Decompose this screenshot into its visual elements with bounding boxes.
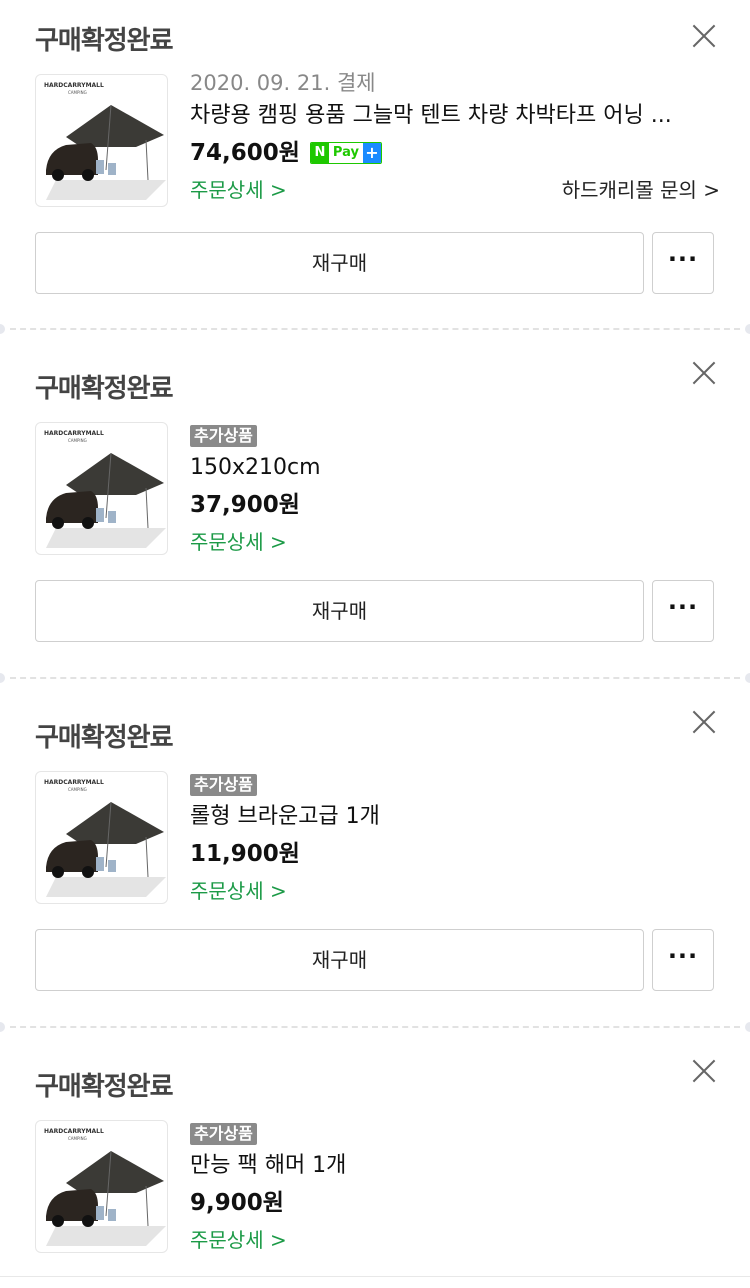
rebuy-button[interactable]: 재구매 (35, 929, 644, 991)
product-name[interactable]: 롤형 브라운고급 1개 (190, 799, 720, 835)
product-info: 추가상품 롤형 브라운고급 1개 11,900원 주문상세 > (190, 769, 720, 909)
seller-inquiry-link[interactable]: 하드캐리몰 문의 > (562, 172, 720, 208)
npay-n-icon: N (310, 143, 329, 163)
tag-row: 추가상품 (190, 420, 720, 450)
link-row: 주문상세 > (190, 524, 720, 560)
payment-date: 2020. 09. 21. 결제 (190, 71, 376, 95)
card-divider (0, 324, 750, 334)
tent-car-image: HARDCARRYMALL CAMPING (44, 1128, 166, 1246)
addon-product-tag: 추가상품 (190, 1122, 257, 1145)
order-detail-link[interactable]: 주문상세 > (190, 879, 287, 903)
link-row: 주문상세 > 하드캐리몰 문의 > (190, 172, 720, 208)
link-row: 주문상세 > (190, 873, 720, 909)
tag-row: 추가상품 (190, 769, 720, 799)
price-row: 11,900원 (190, 835, 720, 873)
product-info: 추가상품 만능 팩 해머 1개 9,900원 주문상세 > (190, 1118, 720, 1258)
product-price: 11,900원 (190, 841, 300, 867)
addon-product-tag: 추가상품 (190, 424, 257, 447)
more-options-button[interactable]: ··· (652, 929, 714, 991)
order-status-title: 구매확정완료 (35, 1072, 174, 1102)
addon-product-tag: 추가상품 (190, 773, 257, 796)
npay-plus-icon: + (362, 143, 381, 163)
svg-text:HARDCARRYMALL: HARDCARRYMALL (44, 1128, 104, 1135)
more-options-button[interactable]: ··· (652, 232, 714, 294)
close-icon[interactable] (691, 23, 717, 49)
svg-text:HARDCARRYMALL: HARDCARRYMALL (44, 430, 104, 437)
close-icon[interactable] (691, 709, 717, 735)
order-status-title: 구매확정완료 (35, 26, 174, 56)
price-row: 37,900원 (190, 486, 720, 524)
svg-text:HARDCARRYMALL: HARDCARRYMALL (44, 779, 104, 786)
product-thumbnail[interactable]: HARDCARRYMALL CAMPING (35, 422, 168, 555)
svg-text:CAMPING: CAMPING (68, 787, 87, 792)
card-divider (0, 1022, 750, 1032)
card-divider (0, 673, 750, 683)
order-detail-link[interactable]: 주문상세 > (190, 1228, 287, 1252)
svg-text:CAMPING: CAMPING (68, 1136, 87, 1141)
product-price: 37,900원 (190, 492, 300, 518)
tag-row: 추가상품 (190, 1118, 720, 1148)
product-info: 추가상품 150x210cm 37,900원 주문상세 > (190, 420, 720, 560)
more-options-button[interactable]: ··· (652, 580, 714, 642)
npay-label: Pay (332, 145, 359, 160)
rebuy-button[interactable]: 재구매 (35, 232, 644, 294)
svg-text:HARDCARRYMALL: HARDCARRYMALL (44, 82, 104, 89)
svg-text:CAMPING: CAMPING (68, 438, 87, 443)
product-name[interactable]: 차량용 캠핑 용품 그늘막 텐트 차량 차박타프 어닝 ... (190, 98, 720, 134)
order-status-title: 구매확정완료 (35, 723, 174, 753)
tent-car-image: HARDCARRYMALL CAMPING (44, 430, 166, 548)
order-detail-link[interactable]: 주문상세 > (190, 530, 287, 554)
tent-car-image: HARDCARRYMALL CAMPING (44, 779, 166, 897)
link-row: 주문상세 > (190, 1222, 720, 1258)
svg-text:CAMPING: CAMPING (68, 90, 87, 95)
rebuy-button[interactable]: 재구매 (35, 580, 644, 642)
order-detail-link[interactable]: 주문상세 > (190, 178, 287, 202)
price-row: 9,900원 (190, 1184, 720, 1222)
product-price: 74,600원 (190, 140, 300, 166)
bottom-divider (0, 1276, 750, 1288)
product-name[interactable]: 150x210cm (190, 450, 720, 486)
npay-badge: N Pay + (309, 142, 382, 164)
product-thumbnail[interactable]: HARDCARRYMALL CAMPING (35, 771, 168, 904)
product-price: 9,900원 (190, 1190, 284, 1216)
price-row: 74,600원 N Pay + (190, 134, 720, 172)
product-thumbnail[interactable]: HARDCARRYMALL CAMPING (35, 74, 168, 207)
tent-car-image: HARDCARRYMALL CAMPING (44, 82, 166, 200)
product-info: 2020. 09. 21. 결제 차량용 캠핑 용품 그늘막 텐트 차량 차박타… (190, 68, 720, 208)
product-thumbnail[interactable]: HARDCARRYMALL CAMPING (35, 1120, 168, 1253)
close-icon[interactable] (691, 360, 717, 386)
product-name[interactable]: 만능 팩 해머 1개 (190, 1148, 720, 1184)
close-icon[interactable] (691, 1058, 717, 1084)
order-status-title: 구매확정완료 (35, 374, 174, 404)
